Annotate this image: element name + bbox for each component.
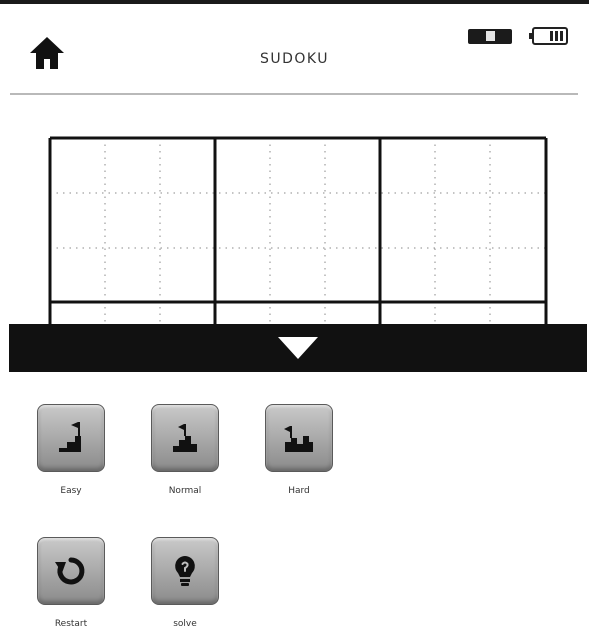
solve-label: solve: [173, 619, 197, 629]
easy-button[interactable]: Easy: [26, 404, 116, 496]
status-indicator-icon: [468, 29, 512, 44]
stairs-flag-icon: [59, 422, 81, 452]
sudoku-grid: [48, 136, 548, 326]
header-divider: [10, 93, 578, 95]
sudoku-board[interactable]: [48, 136, 548, 326]
restart-icon: [55, 557, 85, 585]
page-title: SUDOKU: [260, 51, 329, 67]
normal-icon-tile: [151, 404, 219, 472]
collapse-board-button[interactable]: [9, 324, 587, 372]
stairs-flag-icon: [173, 424, 197, 452]
lightbulb-icon: [175, 556, 195, 586]
hard-label: Hard: [288, 486, 310, 496]
normal-label: Normal: [168, 486, 202, 496]
restart-button[interactable]: Restart: [26, 537, 116, 629]
solve-button[interactable]: solve: [140, 537, 230, 629]
restart-icon-tile: [37, 537, 105, 605]
easy-icon-tile: [37, 404, 105, 472]
hard-icon-tile: [265, 404, 333, 472]
app-header: SUDOKU: [0, 4, 589, 95]
battery-icon: [529, 27, 568, 45]
solve-icon-tile: [151, 537, 219, 605]
restart-label: Restart: [54, 619, 88, 629]
normal-button[interactable]: Normal: [140, 404, 230, 496]
easy-label: Easy: [60, 486, 82, 496]
stairs-flag-icon: [284, 426, 313, 452]
triangle-down-icon: [278, 337, 318, 359]
hard-button[interactable]: Hard: [254, 404, 344, 496]
